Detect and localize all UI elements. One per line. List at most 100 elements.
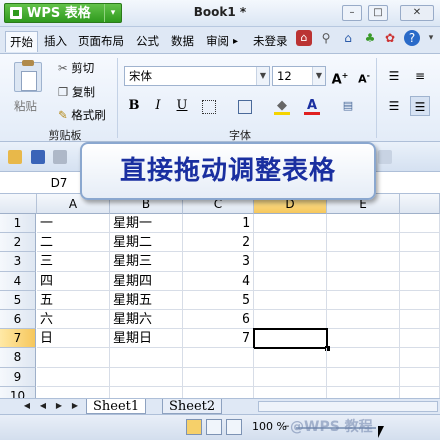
font-name-select[interactable]: 宋体 ▼ <box>124 66 270 86</box>
fill-color-icon[interactable]: ◆ <box>272 96 292 116</box>
table-cell[interactable]: 2 <box>183 233 254 253</box>
table-cell[interactable] <box>37 348 110 368</box>
help-icon[interactable]: ? <box>404 30 420 46</box>
horizontal-scrollbar[interactable] <box>258 401 438 412</box>
shrink-font-button[interactable]: A- <box>354 66 374 86</box>
table-cell[interactable] <box>254 348 327 368</box>
close-button[interactable]: ✕ <box>400 5 434 21</box>
table-cell[interactable] <box>400 252 440 272</box>
page-break-view-icon[interactable] <box>226 419 242 435</box>
wps-app-menu-button[interactable]: WPS 表格 ▾ <box>4 3 122 23</box>
table-cell[interactable] <box>400 233 440 253</box>
table-cell[interactable]: 星期三 <box>110 252 183 272</box>
align-top-icon[interactable]: ☰ <box>384 66 404 86</box>
row-header[interactable]: 6 <box>0 310 36 330</box>
selected-cell[interactable] <box>253 328 328 350</box>
table-cell[interactable] <box>254 233 327 253</box>
table-cell[interactable] <box>327 252 400 272</box>
tab-formulas[interactable]: 公式 <box>132 31 163 52</box>
align-center-icon[interactable]: ☰ <box>410 96 430 116</box>
row-header[interactable]: 5 <box>0 290 36 310</box>
tab-data[interactable]: 数据 <box>167 31 198 52</box>
row-header[interactable]: 7 <box>0 329 36 349</box>
community-icon[interactable]: ♣ <box>362 30 378 46</box>
zoom-out-button[interactable]: – <box>284 419 290 432</box>
table-cell[interactable] <box>37 386 110 398</box>
table-cell[interactable] <box>327 348 400 368</box>
table-cell[interactable]: 星期四 <box>110 271 183 291</box>
chevron-down-icon[interactable]: ▾ <box>104 4 121 22</box>
print-icon[interactable] <box>53 150 67 164</box>
save-icon[interactable] <box>31 150 45 164</box>
sheet-tab-sheet1[interactable]: Sheet1 <box>86 399 147 414</box>
underline-button[interactable]: U <box>172 96 192 116</box>
copy-button[interactable]: ❐ 复制 <box>58 84 95 100</box>
table-cell[interactable]: 6 <box>183 310 254 330</box>
table-cell[interactable] <box>327 271 400 291</box>
column-header-f[interactable] <box>400 194 440 214</box>
more-tabs-arrow[interactable]: ▸ <box>229 31 242 52</box>
table-cell[interactable]: 4 <box>183 271 254 291</box>
table-cell[interactable] <box>254 271 327 291</box>
table-cell[interactable]: 星期二 <box>110 233 183 253</box>
table-cell[interactable] <box>110 367 183 387</box>
table-cell[interactable] <box>327 233 400 253</box>
table-cell[interactable]: 一 <box>37 214 110 234</box>
table-cell[interactable] <box>327 386 400 398</box>
select-all-corner[interactable] <box>0 194 37 214</box>
tab-page-layout[interactable]: 页面布局 <box>74 31 128 52</box>
table-cell[interactable] <box>400 348 440 368</box>
paste-icon[interactable] <box>14 60 42 92</box>
table-cell[interactable] <box>400 310 440 330</box>
table-cell[interactable] <box>327 329 400 349</box>
table-cell[interactable]: 星期六 <box>110 310 183 330</box>
next-sheet-icon[interactable]: ▶ <box>52 399 66 413</box>
table-cell[interactable]: 日 <box>37 329 110 349</box>
home-icon[interactable]: ⌂ <box>340 30 356 46</box>
row-header[interactable]: 8 <box>0 348 36 368</box>
gift-icon[interactable]: ✿ <box>382 30 398 46</box>
table-cell[interactable] <box>400 386 440 398</box>
table-cell[interactable] <box>400 214 440 234</box>
table-cell[interactable] <box>183 348 254 368</box>
maximize-button[interactable]: □ <box>368 5 388 21</box>
table-cell[interactable] <box>327 367 400 387</box>
table-cell[interactable] <box>254 252 327 272</box>
first-sheet-icon[interactable]: ◀ <box>20 399 34 413</box>
table-cell[interactable]: 四 <box>37 271 110 291</box>
table-cell[interactable] <box>183 386 254 398</box>
table-cell[interactable]: 三 <box>37 252 110 272</box>
skin-icon[interactable]: ⌂ <box>296 30 312 46</box>
row-header[interactable]: 1 <box>0 214 36 234</box>
table-cell[interactable] <box>183 367 254 387</box>
table-cell[interactable]: 星期五 <box>110 290 183 310</box>
table-cell[interactable]: 3 <box>183 252 254 272</box>
table-cell[interactable]: 星期一 <box>110 214 183 234</box>
font-size-select[interactable]: 12 ▼ <box>272 66 326 86</box>
chevron-down-icon[interactable]: ▼ <box>256 67 269 85</box>
table-cell[interactable] <box>327 214 400 234</box>
table-cell[interactable]: 1 <box>183 214 254 234</box>
table-cell[interactable]: 五 <box>37 290 110 310</box>
table-cell[interactable]: 星期日 <box>110 329 183 349</box>
table-cell[interactable] <box>400 329 440 349</box>
table-cell[interactable] <box>327 310 400 330</box>
page-layout-view-icon[interactable] <box>206 419 222 435</box>
tab-home[interactable]: 开始 <box>5 31 38 52</box>
table-cell[interactable] <box>400 271 440 291</box>
merge-cells-icon[interactable] <box>234 96 254 116</box>
chevron-down-icon[interactable]: ▼ <box>312 67 325 85</box>
font-color-icon[interactable]: A <box>302 96 322 116</box>
table-cell[interactable] <box>254 290 327 310</box>
toolbar-icon[interactable] <box>378 150 392 164</box>
grow-font-button[interactable]: A+ <box>330 66 350 87</box>
last-sheet-icon[interactable]: ▶ <box>68 399 82 413</box>
table-cell[interactable] <box>254 214 327 234</box>
normal-view-icon[interactable] <box>186 419 202 435</box>
shirt-icon[interactable]: ⚲ <box>318 30 334 46</box>
table-cell[interactable] <box>110 386 183 398</box>
table-cell[interactable]: 5 <box>183 290 254 310</box>
login-status[interactable]: 未登录 <box>249 31 292 52</box>
table-cell[interactable] <box>400 290 440 310</box>
paste-button-label[interactable]: 粘贴 <box>14 98 37 114</box>
